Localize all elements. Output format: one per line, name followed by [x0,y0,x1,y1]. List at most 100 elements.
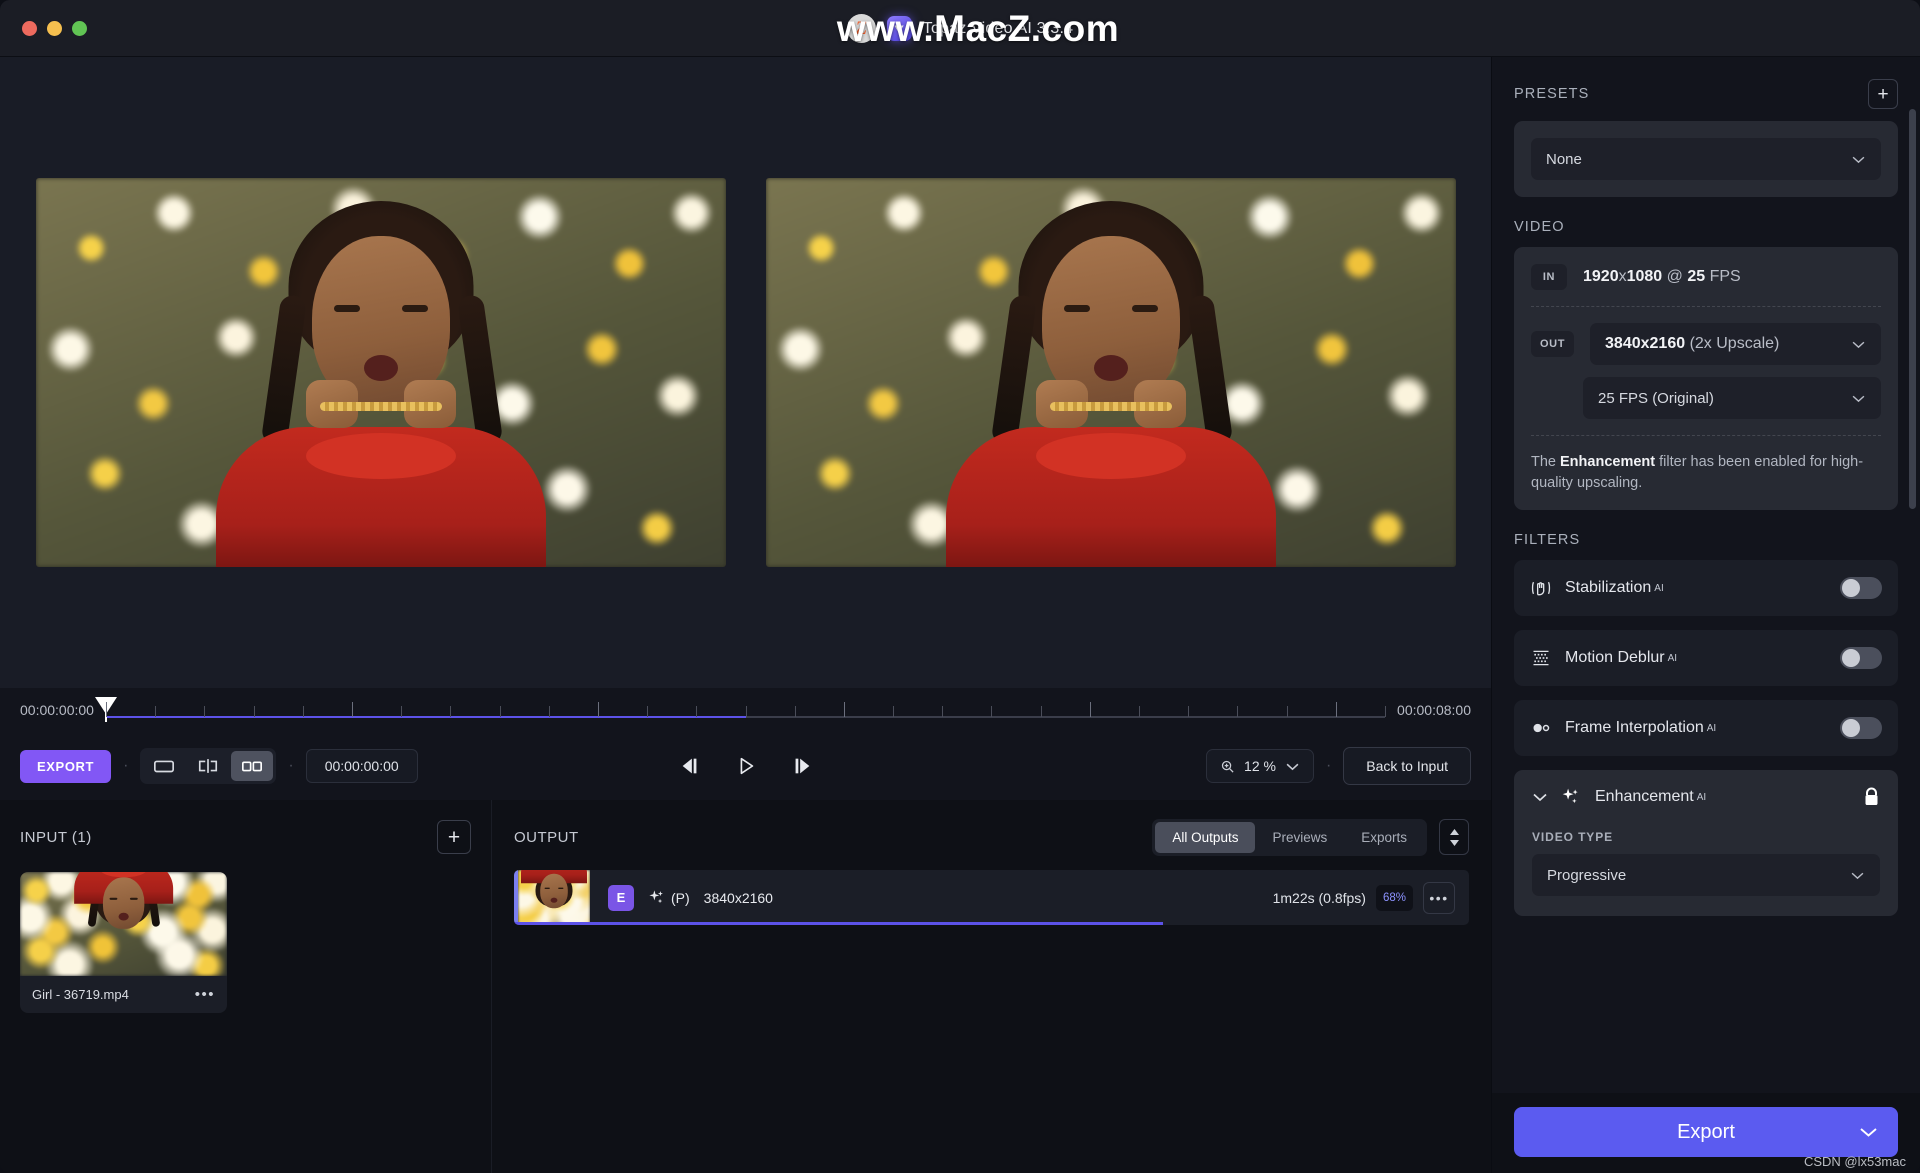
timeline-tick [893,706,895,717]
video-type-select[interactable]: Progressive [1532,854,1880,897]
window-controls [0,20,87,36]
chevron-down-icon[interactable] [1859,1127,1878,1138]
play-icon[interactable] [735,755,757,777]
timeline-tick [155,706,157,717]
add-input-button[interactable]: + [437,820,471,854]
timeline-tick [942,706,944,717]
output-upscale-note: (2x Upscale) [1685,335,1780,352]
input-item-meta: Girl - 36719.mp4 ••• [20,976,227,1013]
timeline-tick [1188,706,1190,717]
timeline-tick [499,706,501,717]
preview-pane-input[interactable] [35,178,726,567]
zoom-level-select[interactable]: 12 % [1206,749,1314,783]
stabilization-icon [1530,577,1552,599]
output-thumbnail [518,870,590,925]
enhancement-header[interactable]: Enhancement AI [1532,786,1880,808]
timeline-tick [991,706,993,717]
output-resolution: 3840x2160 [703,889,773,906]
input-height: 1080 [1626,268,1663,285]
input-fps: 25 [1687,268,1706,285]
preset-select[interactable]: None [1531,138,1881,180]
export-timeline-button[interactable]: EXPORT [20,749,112,783]
input-list-item[interactable]: Girl - 36719.mp4 ••• [20,872,227,1013]
timeline-tick [1040,706,1042,717]
output-panel-title: OUTPUT [514,828,579,846]
title-group: Z Topaz Video AI 3.3.4 [0,0,1920,57]
export-button[interactable]: Export [1514,1107,1898,1157]
preset-selected-value: None [1546,150,1582,168]
video-label: VIDEO [1514,219,1565,235]
close-window-button[interactable] [22,20,37,36]
toolbar-divider: · [288,757,294,774]
timeline-start-timecode: 00:00:00:00 [20,702,94,718]
output-fps-select[interactable]: 25 FPS (Original) [1583,377,1881,419]
filter-name: Stabilization [1565,579,1652,597]
timeline-scrubber[interactable] [94,695,1387,725]
toolbar-divider: · [123,757,129,774]
preview-pane-output[interactable] [765,178,1456,567]
input-width: 1920 [1583,268,1619,285]
current-timecode-field[interactable]: 00:00:00:00 [305,749,418,783]
input-item-more-button[interactable]: ••• [195,986,215,1003]
timeline-ruler-row: 00:00:00:00 00:00:08:00 [0,688,1491,732]
tab-previews[interactable]: Previews [1255,822,1344,853]
app-body: 00:00:00:00 00:00:08:00 EXPORT · · 00:00… [0,57,1920,1173]
video-output-row: OUT 3840x2160 (2x Upscale) [1531,323,1881,365]
split-view-icon[interactable] [187,751,229,781]
tab-exports[interactable]: Exports [1344,822,1424,853]
video-input-row: IN 1920x1080 @ 25 FPS [1531,264,1881,290]
output-tag: OUT [1531,331,1575,357]
timeline-tick [253,706,255,717]
zoom-level-value: 12 % [1244,758,1276,774]
input-tag: IN [1531,264,1567,290]
sort-outputs-button[interactable] [1439,819,1469,855]
settings-sidebar: PRESETS + None VIDEO IN 1920x1080 @ 25 F… [1492,57,1920,1173]
next-frame-icon[interactable] [791,755,813,777]
timeline-tick [302,706,304,717]
tab-all-outputs[interactable]: All Outputs [1155,821,1256,853]
frame-interpolation-toggle[interactable] [1840,717,1882,740]
presets-header: PRESETS + [1514,57,1898,121]
filter-row-stabilization[interactable]: Stabilization AI [1514,560,1898,617]
window-title: Topaz Video AI 3.3.4 [922,19,1074,37]
note-emphasis: Enhancement [1560,454,1656,470]
filter-row-frame-interpolation[interactable]: Frame Interpolation AI [1514,700,1898,757]
video-card-divider [1531,306,1881,307]
output-progress-bar [514,922,1164,925]
main-area: 00:00:00:00 00:00:08:00 EXPORT · · 00:00… [0,57,1492,1173]
frame-interpolation-icon [1530,717,1552,739]
lock-icon[interactable] [1863,787,1880,807]
minimize-window-button[interactable] [47,20,62,36]
output-row-more-button[interactable]: ••• [1423,881,1455,914]
preview-subject [36,178,726,567]
enhancement-note: The Enhancement filter has been enabled … [1531,452,1881,493]
output-resolution-select[interactable]: 3840x2160 (2x Upscale) [1590,323,1881,365]
maximize-window-button[interactable] [72,20,87,36]
back-to-input-button[interactable]: Back to Input [1343,747,1471,785]
input-file-name: Girl - 36719.mp4 [32,987,129,1002]
side-by-side-view-icon[interactable] [231,751,274,781]
chevron-down-icon [1850,871,1865,880]
preview-subject [766,178,1456,567]
sidebar-scrollbar[interactable] [1909,109,1916,509]
input-format-text: 1920x1080 @ 25 FPS [1583,268,1741,286]
previous-frame-icon[interactable] [679,755,701,777]
stabilization-toggle[interactable] [1840,577,1882,600]
chevron-down-icon[interactable] [1532,792,1548,802]
presets-card: None [1514,121,1898,197]
presets-label: PRESETS [1514,86,1590,102]
output-type-badge: E [608,884,634,911]
filter-name: Motion Deblur [1565,649,1665,667]
output-row[interactable]: E (P) 3840x2160 1m22s (0.8fps) 68% ••• [514,870,1469,925]
add-preset-button[interactable]: + [1868,79,1898,109]
single-view-icon[interactable] [143,751,185,781]
video-type-value: Progressive [1547,866,1627,884]
settings-scroll-area: PRESETS + None VIDEO IN 1920x1080 @ 25 F… [1492,57,1920,1093]
playback-toolbar: EXPORT · · 00:00:00:00 12 % · Back to In… [0,732,1491,800]
motion-deblur-toggle[interactable] [1840,647,1882,670]
ai-badge: AI [1706,722,1717,734]
app-window: Z Topaz Video AI 3.3.4 www.MacZ.com 00:0… [0,0,1920,1173]
video-card: IN 1920x1080 @ 25 FPS OUT 3840x2160 (2x … [1514,247,1898,511]
filter-row-motion-deblur[interactable]: Motion Deblur AI [1514,630,1898,687]
output-resolution-text: 3840x2160 (2x Upscale) [1605,335,1779,353]
